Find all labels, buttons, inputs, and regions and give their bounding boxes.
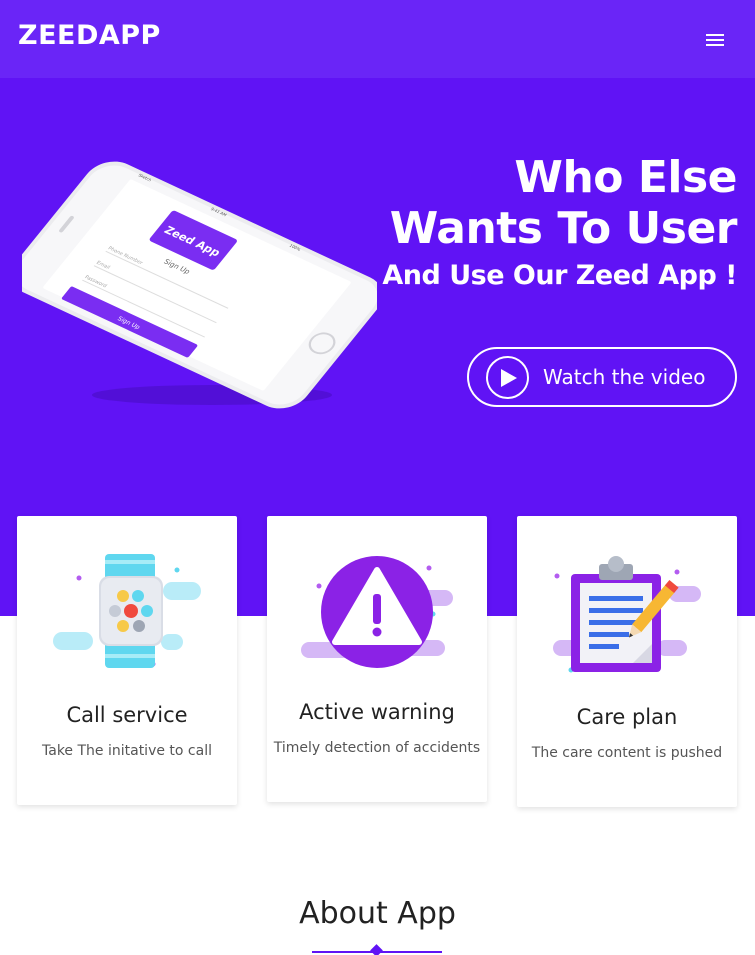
feature-text: The care content is pushed bbox=[531, 745, 723, 761]
divider-diamond bbox=[370, 944, 383, 955]
warning-icon bbox=[297, 546, 457, 676]
watch-video-label: Watch the video bbox=[543, 365, 706, 389]
feature-card-call-service[interactable]: Call service Take The initative to call bbox=[17, 516, 237, 805]
feature-text: Timely detection of accidents bbox=[273, 740, 481, 756]
about-section-title: About App bbox=[299, 896, 456, 931]
watch-video-button[interactable]: Watch the video bbox=[467, 347, 737, 407]
feature-title: Call service bbox=[66, 703, 188, 727]
feature-card-care-plan[interactable]: Care plan The care content is pushed bbox=[517, 516, 737, 807]
hero-title-line1: Who Else bbox=[514, 152, 737, 203]
brand-logo[interactable]: ZEEDAPP bbox=[18, 20, 161, 51]
feature-card-active-warning[interactable]: Active warning Timely detection of accid… bbox=[267, 516, 487, 802]
hamburger-menu-icon[interactable] bbox=[700, 28, 730, 52]
clipboard-icon bbox=[547, 546, 707, 676]
feature-text: Take The initative to call bbox=[42, 743, 212, 759]
feature-title: Active warning bbox=[299, 700, 455, 724]
play-icon bbox=[486, 356, 529, 399]
hero-title: Who Else Wants To User bbox=[317, 152, 738, 254]
feature-title: Care plan bbox=[576, 705, 678, 729]
navbar: ZEEDAPP bbox=[0, 0, 755, 78]
hero-title-line2: Wants To User bbox=[389, 203, 738, 254]
hero-subtitle: And Use Our Zeed App ! bbox=[382, 260, 737, 291]
smartwatch-icon bbox=[47, 546, 207, 676]
